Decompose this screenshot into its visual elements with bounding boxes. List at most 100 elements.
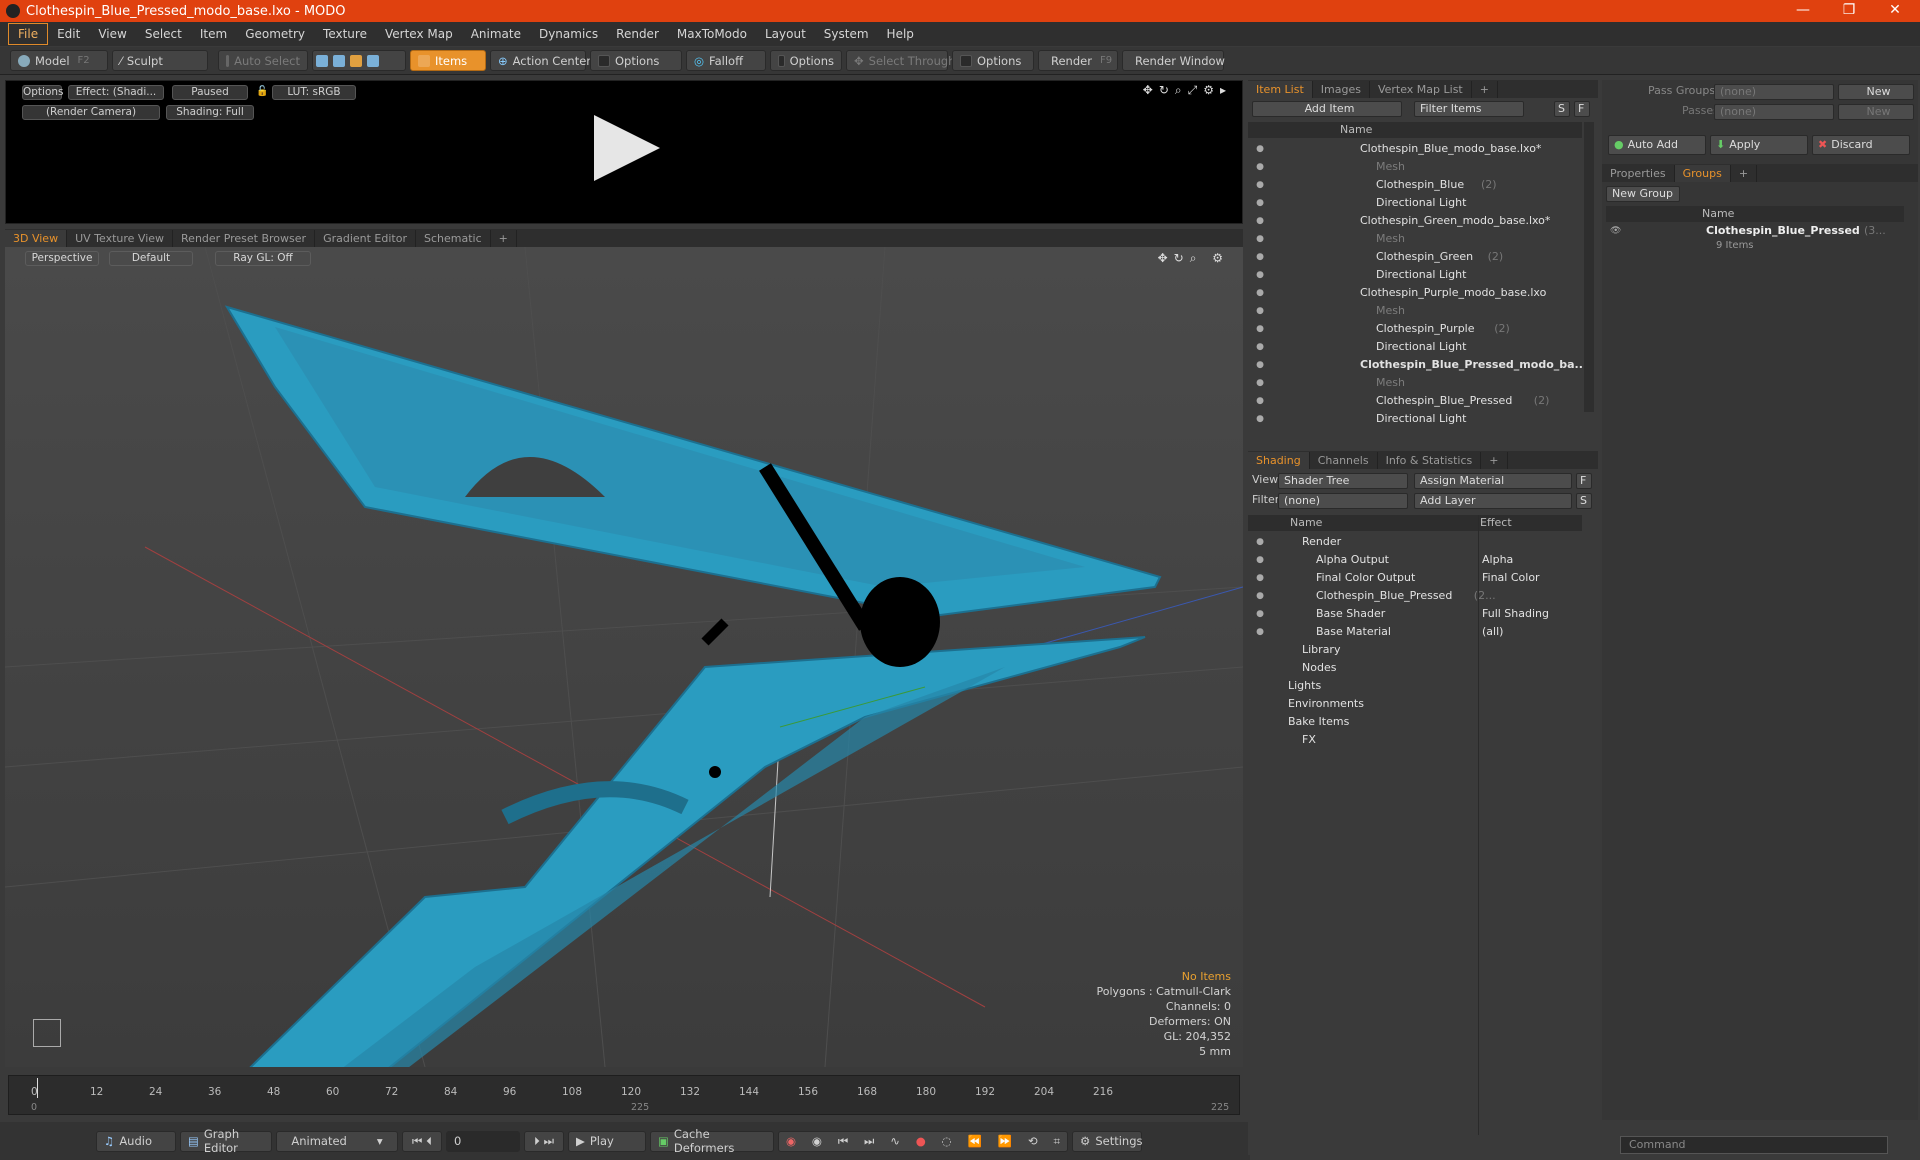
new-pass-button[interactable]: New	[1838, 104, 1914, 120]
visibility-icon[interactable]: ●	[1254, 338, 1266, 356]
item-row[interactable]: ● Mesh	[1248, 302, 1582, 320]
visibility-icon[interactable]: ●	[1254, 392, 1266, 410]
tab-images[interactable]: Images	[1313, 81, 1370, 98]
frame-input[interactable]: 0	[446, 1130, 520, 1152]
visibility-icon[interactable]: ●	[1254, 302, 1266, 320]
key-icon[interactable]: ◉	[786, 1134, 796, 1148]
visibility-icon[interactable]: ●	[1254, 533, 1266, 551]
preview-paused-button[interactable]: Paused	[172, 85, 248, 100]
new-group-button[interactable]: New Group	[1606, 186, 1680, 202]
edges-mode-icon[interactable]	[333, 54, 345, 67]
menu-vertex-map[interactable]: Vertex Map	[376, 24, 462, 44]
visibility-icon[interactable]: ●	[1254, 320, 1266, 338]
timeline[interactable]: 0 12 24 36 48 60 72 84 96 108 120 132 144 156 168 180 19…	[8, 1075, 1240, 1115]
auto-select-button[interactable]: Auto Select	[218, 50, 308, 71]
item-row[interactable]: ● Clothespin_Blue_modo_base.lxo*	[1248, 140, 1582, 158]
viewport-nav-icons[interactable]: ✥↻⌕ ⚙	[1158, 251, 1229, 266]
shader-row[interactable]: ● Render	[1248, 533, 1582, 551]
menu-dynamics[interactable]: Dynamics	[530, 24, 607, 44]
auto-add-button[interactable]: ● Auto Add	[1608, 135, 1706, 155]
step-back-icon[interactable]: ⏴	[426, 1134, 432, 1149]
tab-render-preset-browser[interactable]: Render Preset Browser	[173, 230, 316, 247]
visibility-icon[interactable]: ●	[1254, 374, 1266, 392]
tab-add-item-list[interactable]: +	[1472, 81, 1498, 98]
tab-add[interactable]: +	[491, 230, 517, 247]
tab-3d-view[interactable]: 3D View	[5, 230, 68, 247]
filter-f-button[interactable]: F	[1574, 101, 1590, 117]
restore-icon[interactable]: ❐	[1826, 0, 1872, 22]
materials-mode-icon[interactable]	[367, 54, 379, 67]
shader-effect[interactable]: Full Shading	[1482, 605, 1549, 623]
new-pass-group-button[interactable]: New	[1838, 84, 1914, 100]
tab-gradient-editor[interactable]: Gradient Editor	[315, 230, 416, 247]
menu-geometry[interactable]: Geometry	[236, 24, 314, 44]
item-row[interactable]: ● Directional Light	[1248, 266, 1582, 284]
item-row[interactable]: ● Mesh	[1248, 230, 1582, 248]
item-row[interactable]: ● Clothespin_Purple (2)	[1248, 320, 1582, 338]
vertices-mode-icon[interactable]	[316, 54, 328, 67]
lock-icon[interactable]: 🔓	[256, 86, 268, 98]
tab-vertex-map-list[interactable]: Vertex Map List	[1370, 81, 1472, 98]
item-row[interactable]: ● Clothespin_Blue_Pressed_modo_ba...	[1248, 356, 1582, 374]
step-forward-icon[interactable]: ⏵	[534, 1134, 540, 1149]
auto-key-icon[interactable]: ◌	[942, 1134, 952, 1148]
loop-icon[interactable]: ⟲	[1028, 1134, 1038, 1148]
visibility-icon[interactable]: ●	[1254, 266, 1266, 284]
visibility-icon[interactable]: ●	[1254, 158, 1266, 176]
add-item-dropdown[interactable]: Add Item	[1252, 101, 1402, 117]
tab-groups[interactable]: Groups	[1674, 165, 1731, 182]
next-key-icon[interactable]: ⏭	[864, 1134, 874, 1149]
sculpt-button[interactable]: ⁄ Sculpt	[112, 50, 208, 71]
item-row[interactable]: ● Mesh	[1248, 374, 1582, 392]
command-input[interactable]: Command	[1620, 1136, 1888, 1154]
visibility-icon[interactable]: ●	[1254, 605, 1266, 623]
render-window-button[interactable]: Render Window	[1122, 50, 1225, 71]
visibility-icon[interactable]: ●	[1254, 284, 1266, 302]
model-button[interactable]: Model F2	[10, 50, 108, 71]
shading-filter-dropdown[interactable]: (none)	[1278, 493, 1408, 509]
visibility-icon[interactable]: ●	[1254, 623, 1266, 641]
jump-prev-icon[interactable]: ⏪	[968, 1134, 982, 1148]
select-through-button[interactable]: ✥ Select Through	[846, 50, 955, 71]
raygl-dropdown[interactable]: Ray GL: Off	[215, 251, 311, 266]
graph-editor-button[interactable]: ▤ Graph Editor	[180, 1127, 272, 1155]
visibility-icon[interactable]: ●	[1254, 410, 1266, 428]
group-row[interactable]: 👁 Clothespin_Blue_Pressed (3... 9 Items	[1606, 224, 1904, 258]
item-row[interactable]: ● Clothespin_Green (2)	[1248, 248, 1582, 266]
menu-view[interactable]: View	[89, 24, 135, 44]
shading-s-button[interactable]: S	[1576, 493, 1592, 509]
select-through-options[interactable]: Options	[952, 50, 1034, 71]
item-row[interactable]: ● Directional Light	[1248, 410, 1582, 428]
close-icon[interactable]: ✕	[1872, 0, 1918, 22]
menu-file[interactable]: File	[8, 23, 49, 45]
visibility-icon[interactable]: ●	[1254, 248, 1266, 266]
menu-system[interactable]: System	[815, 24, 878, 44]
tab-add-groups[interactable]: +	[1731, 165, 1758, 182]
curve-icon[interactable]: ∿	[890, 1134, 900, 1148]
visibility-icon[interactable]: ●	[1254, 551, 1266, 569]
camera-dropdown[interactable]: (Render Camera)	[22, 105, 160, 120]
shader-row[interactable]: ● Base Material (all)	[1248, 623, 1582, 641]
skip-end-icon[interactable]: ⏭	[544, 1134, 554, 1149]
tab-item-list[interactable]: Item List	[1248, 81, 1313, 98]
shader-effect[interactable]: (all)	[1482, 623, 1503, 641]
menu-help[interactable]: Help	[878, 24, 923, 44]
3d-viewport[interactable]: Perspective Default Ray GL: Off ✥↻⌕ ⚙ No…	[5, 247, 1243, 1067]
tab-properties[interactable]: Properties	[1602, 165, 1675, 182]
settings-button[interactable]: ⚙ Settings	[1072, 1130, 1142, 1152]
menu-item[interactable]: Item	[191, 24, 236, 44]
audio-button[interactable]: ♫ Audio	[96, 1130, 176, 1152]
visibility-icon[interactable]: ●	[1254, 212, 1266, 230]
shader-row[interactable]: ● Alpha Output Alpha	[1248, 551, 1582, 569]
preview-nav-icons[interactable]: ✥↻⌕⤢⚙▸	[1143, 83, 1232, 98]
shader-row[interactable]: ● Final Color Output Final Color	[1248, 569, 1582, 587]
item-row[interactable]: ● Clothespin_Blue (2)	[1248, 176, 1582, 194]
visibility-icon[interactable]: ●	[1254, 194, 1266, 212]
record-icon[interactable]: ●	[916, 1134, 926, 1148]
action-center-options[interactable]: Options	[590, 50, 682, 71]
skip-start-icon[interactable]: ⏮	[412, 1134, 422, 1149]
minimize-icon[interactable]: —	[1780, 0, 1826, 22]
render-button[interactable]: Render F9	[1038, 50, 1118, 71]
preview-options-button[interactable]: Options	[22, 85, 64, 100]
shader-row[interactable]: Library	[1248, 641, 1582, 659]
